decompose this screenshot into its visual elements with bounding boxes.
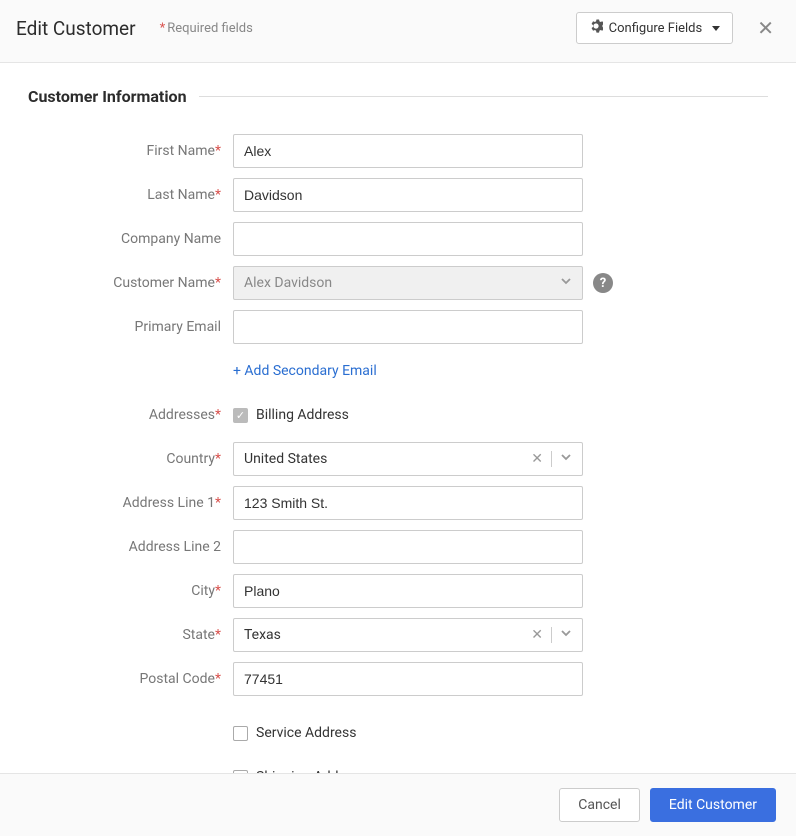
- company-name-input[interactable]: [233, 222, 583, 256]
- row-country: Country* United States ✕: [28, 442, 768, 476]
- last-name-input[interactable]: [233, 178, 583, 212]
- row-company-name: Company Name: [28, 222, 768, 256]
- dialog-header: Edit Customer *Required fields Configure…: [0, 0, 796, 63]
- dialog-title: Edit Customer: [16, 17, 136, 40]
- help-icon[interactable]: ?: [593, 273, 613, 293]
- dialog-footer: Cancel Edit Customer: [0, 773, 796, 836]
- label-company-name: Company Name: [28, 231, 233, 247]
- customer-name-select[interactable]: Alex Davidson: [233, 266, 583, 300]
- gear-icon: [589, 19, 603, 37]
- close-icon: ✕: [757, 16, 774, 40]
- configure-fields-label: Configure Fields: [609, 21, 703, 36]
- clear-icon[interactable]: ✕: [531, 627, 543, 643]
- service-address-checkbox[interactable]: [233, 726, 248, 741]
- row-add-secondary-email: + Add Secondary Email: [28, 354, 768, 388]
- country-select[interactable]: United States ✕: [233, 442, 583, 476]
- submit-button[interactable]: Edit Customer: [650, 788, 776, 822]
- state-select[interactable]: Texas ✕: [233, 618, 583, 652]
- label-state: State*: [28, 627, 233, 643]
- billing-address-checkbox[interactable]: ✓: [233, 408, 248, 423]
- cancel-button[interactable]: Cancel: [559, 788, 640, 822]
- row-primary-email: Primary Email: [28, 310, 768, 344]
- row-address-2: Address Line 2: [28, 530, 768, 564]
- address-line-1-input[interactable]: [233, 486, 583, 520]
- chevron-down-icon: [560, 451, 572, 467]
- city-input[interactable]: [233, 574, 583, 608]
- separator: [551, 451, 552, 467]
- row-customer-name: Customer Name* Alex Davidson ?: [28, 266, 768, 300]
- label-last-name: Last Name*: [28, 187, 233, 203]
- primary-email-input[interactable]: [233, 310, 583, 344]
- close-button[interactable]: ✕: [751, 16, 780, 40]
- required-fields-note: *Required fields: [160, 21, 253, 36]
- row-address-1: Address Line 1*: [28, 486, 768, 520]
- section-header: Customer Information: [28, 87, 768, 106]
- country-value: United States: [244, 451, 327, 467]
- first-name-input[interactable]: [233, 134, 583, 168]
- postal-code-input[interactable]: [233, 662, 583, 696]
- label-postal-code: Postal Code*: [28, 671, 233, 687]
- separator: [551, 627, 552, 643]
- address-line-2-input[interactable]: [233, 530, 583, 564]
- state-value: Texas: [244, 627, 281, 643]
- section-title: Customer Information: [28, 87, 187, 106]
- row-first-name: First Name*: [28, 134, 768, 168]
- section-divider: [199, 96, 768, 97]
- customer-name-value: Alex Davidson: [244, 275, 332, 291]
- service-address-label: Service Address: [256, 725, 356, 741]
- row-state: State* Texas ✕: [28, 618, 768, 652]
- chevron-down-icon: [560, 275, 572, 291]
- chevron-down-icon: [560, 627, 572, 643]
- configure-fields-button[interactable]: Configure Fields: [576, 12, 734, 44]
- label-addresses: Addresses*: [28, 407, 233, 423]
- label-city: City*: [28, 583, 233, 599]
- row-city: City*: [28, 574, 768, 608]
- label-customer-name: Customer Name*: [28, 275, 233, 291]
- caret-down-icon: [712, 26, 720, 31]
- dialog-body: Customer Information First Name* Last Na…: [0, 63, 796, 814]
- row-service-address: Service Address: [28, 716, 768, 750]
- clear-icon[interactable]: ✕: [531, 451, 543, 467]
- row-postal-code: Postal Code*: [28, 662, 768, 696]
- label-address-2: Address Line 2: [28, 539, 233, 555]
- label-first-name: First Name*: [28, 143, 233, 159]
- label-primary-email: Primary Email: [28, 319, 233, 335]
- add-secondary-email-link[interactable]: + Add Secondary Email: [233, 363, 377, 379]
- row-addresses: Addresses* ✓ Billing Address: [28, 398, 768, 432]
- label-address-1: Address Line 1*: [28, 495, 233, 511]
- label-country: Country*: [28, 451, 233, 467]
- billing-address-label: Billing Address: [256, 407, 349, 423]
- row-last-name: Last Name*: [28, 178, 768, 212]
